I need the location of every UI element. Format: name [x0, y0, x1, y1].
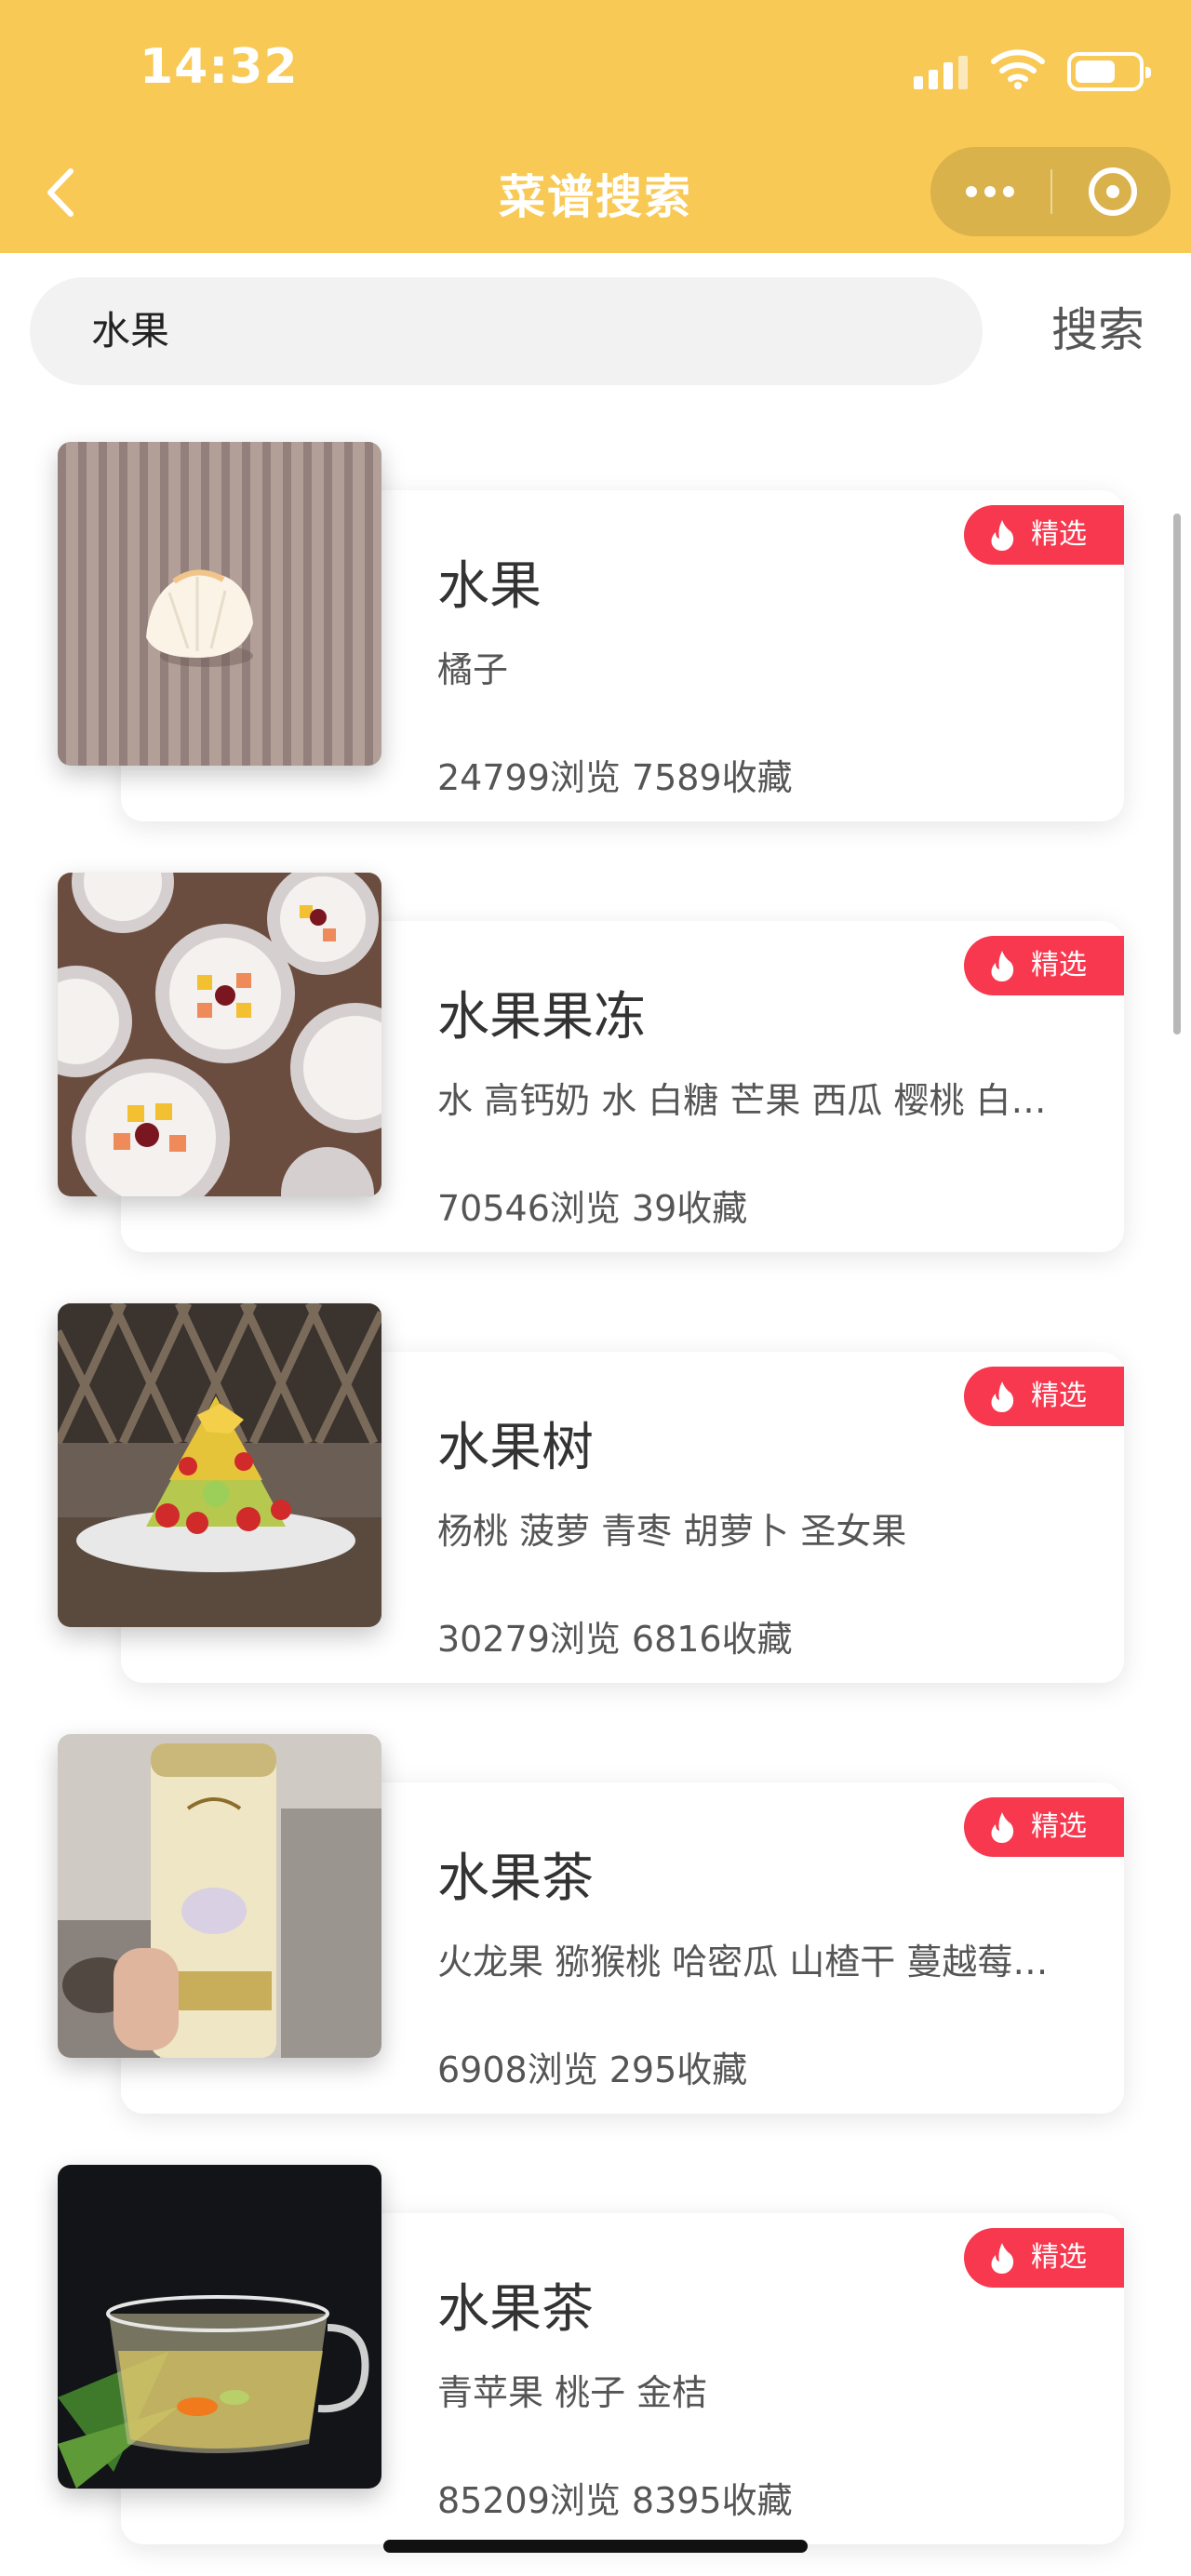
- favorite-count: 7589收藏: [631, 757, 793, 798]
- recipe-item[interactable]: 精选 水果果冻 水 高钙奶 水 白糖 芒果 西瓜 樱桃 白… 70546浏览 39…: [0, 873, 1191, 1263]
- recipe-item[interactable]: 精选 水果树 杨桃 菠萝 青枣 胡萝卜 圣女果 30279浏览 6816收藏: [0, 1303, 1191, 1694]
- recipe-title: 水果: [437, 556, 542, 617]
- recipe-stats: 85209浏览 8395收藏: [437, 2472, 793, 2523]
- recipe-title: 水果茶: [437, 1849, 594, 1909]
- recipe-title: 水果果冻: [437, 987, 646, 1048]
- fire-icon: [991, 520, 1014, 551]
- close-mini-program-button[interactable]: [1051, 147, 1171, 236]
- view-count: 70546浏览: [437, 1188, 621, 1229]
- fire-icon: [991, 1812, 1014, 1843]
- mini-program-capsule: [930, 147, 1171, 236]
- scrollbar[interactable]: [1173, 514, 1181, 1034]
- badge-label: 精选: [1031, 949, 1087, 981]
- badge-label: 精选: [1031, 2241, 1087, 2274]
- fire-icon: [991, 2243, 1014, 2274]
- favorite-count: 6816收藏: [631, 1619, 793, 1660]
- favorite-count: 39收藏: [631, 1188, 748, 1229]
- featured-badge: 精选: [964, 1797, 1124, 1857]
- home-indicator[interactable]: [383, 2540, 808, 2553]
- more-button[interactable]: [930, 147, 1050, 236]
- badge-label: 精选: [1031, 518, 1087, 551]
- featured-badge: 精选: [964, 936, 1124, 995]
- featured-badge: 精选: [964, 2228, 1124, 2288]
- search-input[interactable]: 水果: [30, 277, 983, 385]
- recipe-item[interactable]: 精选 水果 橘子 24799浏览 7589收藏: [0, 442, 1191, 833]
- recipe-thumbnail: [58, 1303, 381, 1627]
- featured-badge: 精选: [964, 505, 1124, 565]
- badge-label: 精选: [1031, 1380, 1087, 1412]
- recipe-item[interactable]: 精选 水果茶 青苹果 桃子 金桔 85209浏览 8395收藏: [0, 2165, 1191, 2556]
- favorite-count: 8395收藏: [631, 2480, 793, 2521]
- recipe-stats: 24799浏览 7589收藏: [437, 749, 793, 800]
- recipe-title: 水果树: [437, 1418, 594, 1478]
- fire-icon: [991, 951, 1014, 981]
- favorite-count: 295收藏: [609, 2049, 748, 2090]
- recipe-thumbnail: [58, 2165, 381, 2489]
- recipe-thumbnail: [58, 1734, 381, 2058]
- recipe-stats: 70546浏览 39收藏: [437, 1180, 747, 1231]
- battery-icon: [1067, 52, 1151, 91]
- recipe-stats: 6908浏览 295收藏: [437, 2041, 747, 2092]
- recipe-item[interactable]: 精选 水果茶 火龙果 猕猴桃 哈密瓜 山楂干 蔓越莓… 6908浏览 295收藏: [0, 1734, 1191, 2125]
- recipe-ingredients: 橘子: [437, 649, 509, 690]
- fire-icon: [991, 1381, 1014, 1412]
- status-time: 14:32: [140, 39, 299, 95]
- recipe-ingredients: 杨桃 菠萝 青枣 胡萝卜 圣女果: [437, 1511, 907, 1552]
- recipe-title: 水果茶: [437, 2279, 594, 2340]
- featured-badge: 精选: [964, 1367, 1124, 1426]
- view-count: 6908浏览: [437, 2049, 598, 2090]
- signal-icon: [914, 56, 968, 89]
- view-count: 30279浏览: [437, 1619, 621, 1660]
- view-count: 85209浏览: [437, 2480, 621, 2521]
- recipe-ingredients: 水 高钙奶 水 白糖 芒果 西瓜 樱桃 白…: [437, 1080, 1047, 1121]
- recipe-thumbnail: [58, 873, 381, 1196]
- recipe-ingredients: 火龙果 猕猴桃 哈密瓜 山楂干 蔓越莓…: [437, 1942, 1049, 1982]
- recipe-thumbnail: [58, 442, 381, 766]
- wifi-icon: [991, 49, 1045, 89]
- badge-label: 精选: [1031, 1810, 1087, 1843]
- recipe-ingredients: 青苹果 桃子 金桔: [437, 2372, 708, 2413]
- recipe-stats: 30279浏览 6816收藏: [437, 1610, 793, 1662]
- search-button[interactable]: 搜索: [1033, 288, 1163, 372]
- nav-header: 14:32 菜谱搜索: [0, 0, 1191, 253]
- view-count: 24799浏览: [437, 757, 621, 798]
